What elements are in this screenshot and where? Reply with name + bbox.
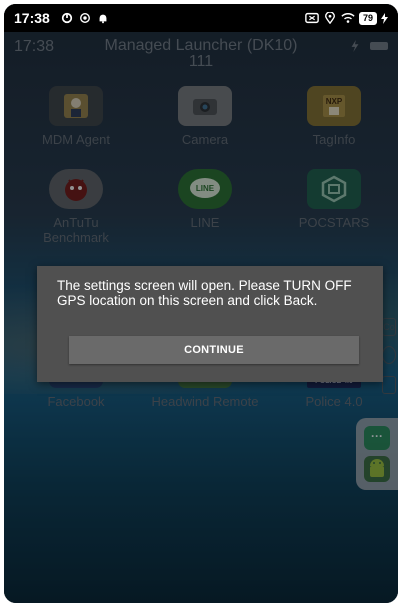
wifi-icon	[341, 13, 355, 23]
nfc-icon	[305, 12, 319, 24]
battery-icon: 79	[358, 11, 377, 25]
location-icon	[325, 12, 335, 24]
dialog-message: The settings screen will open. Please TU…	[57, 278, 352, 308]
sync-icon	[61, 12, 72, 24]
gps-warning-dialog: The settings screen will open. Please TU…	[37, 266, 383, 382]
continue-button[interactable]: CONTINUE	[69, 336, 359, 364]
charging-bolt-icon	[381, 12, 388, 24]
status-bar: 17:38 79	[4, 4, 398, 32]
notification-icon	[99, 14, 107, 24]
status-time: 17:38	[14, 10, 50, 26]
phone-screen: 17:38 Managed Launcher (DK10) 111 MDM Ag…	[4, 4, 398, 603]
hotspot-icon	[79, 13, 90, 23]
